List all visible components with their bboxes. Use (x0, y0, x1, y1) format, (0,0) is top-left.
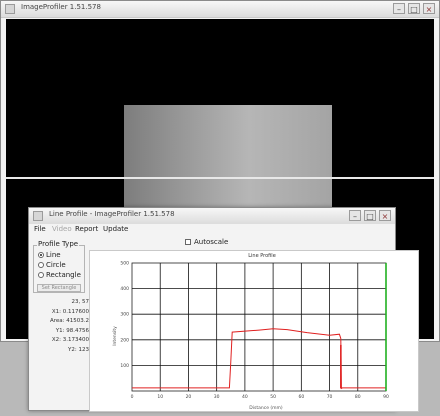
y-axis-label: Intensity (112, 326, 118, 346)
profile-titlebar[interactable]: Line Profile - ImageProfiler 1.51.578 – … (29, 208, 395, 225)
plot-area: 0 10 20 30 40 50 60 70 80 90 100 200 300 400 500 (120, 261, 389, 401)
minimize-icon[interactable]: – (393, 3, 405, 14)
main-titlebar[interactable]: ImageProfiler 1.51.578 – □ × (1, 1, 439, 18)
x-tick-label: 70 (327, 394, 333, 400)
stat-y1: Y1: 98.4756 (55, 327, 89, 334)
autoscale-checkbox[interactable]: Autoscale (185, 238, 228, 246)
x-tick-label: 0 (131, 394, 134, 400)
radio-line[interactable]: Line (38, 251, 61, 259)
profile-window-controls: – □ × (349, 210, 391, 221)
minimize-icon[interactable]: – (349, 210, 361, 221)
app-icon (5, 4, 15, 14)
y-tick-label: 300 (120, 312, 129, 318)
main-window-title: ImageProfiler 1.51.578 (21, 3, 101, 11)
plot-pane: Line Profile Intensity Distance (mm) 0 10… (89, 250, 419, 412)
x-tick-label: 30 (214, 394, 220, 400)
plot-frame (131, 262, 387, 392)
stat-coords: 23, 57 (71, 299, 90, 305)
stat-y2: Y2: 123 (68, 346, 89, 353)
x-tick-label: 60 (298, 394, 304, 400)
stat-x2: X2: 3.173400 (51, 337, 89, 343)
y-tick-label: 500 (120, 261, 129, 267)
x-tick-label: 90 (383, 394, 389, 400)
profile-type-group: Profile Type Line Circle Rectangle Set R… (33, 240, 85, 293)
line-profile-window: Line Profile - ImageProfiler 1.51.578 – … (28, 207, 419, 412)
x-tick-label: 10 (157, 394, 163, 400)
stat-area: Area: 41503.2 (49, 318, 89, 324)
menu-video[interactable]: Video (52, 225, 72, 233)
menu-update[interactable]: Update (103, 225, 128, 233)
x-tick-label: 50 (270, 394, 276, 400)
menu-report[interactable]: Report (75, 225, 98, 233)
stat-x1: X1: 0.117600 (51, 308, 89, 315)
x-tick-label: 20 (186, 394, 192, 400)
close-icon[interactable]: × (379, 210, 391, 221)
x-axis-label: Distance (mm) (249, 405, 283, 411)
radio-rectangle-dot (38, 272, 44, 278)
radio-circle-label: Circle (46, 261, 66, 269)
close-icon[interactable]: × (423, 3, 435, 14)
menu-bar: File Video Report Update (29, 224, 395, 235)
menu-file[interactable]: File (34, 225, 46, 233)
maximize-icon[interactable]: □ (364, 210, 376, 221)
profile-line-handle[interactable] (6, 177, 434, 179)
y-tick-label: 200 (120, 337, 129, 343)
radio-circle-dot (38, 262, 44, 268)
y-tick-label: 400 (120, 286, 129, 292)
radio-circle[interactable]: Circle (38, 261, 66, 269)
stats-panel: 23, 57 X1: 0.117600 Area: 41503.2 Y1: 98… (37, 298, 89, 355)
y-tick-label: 100 (120, 363, 129, 369)
radio-rectangle-label: Rectangle (46, 271, 81, 279)
app-icon (33, 211, 43, 221)
main-window-controls: – □ × (393, 3, 435, 14)
x-tick-label: 80 (355, 394, 361, 400)
radio-line-label: Line (46, 251, 61, 259)
maximize-icon[interactable]: □ (408, 3, 420, 14)
autoscale-box (185, 239, 191, 245)
chart-title: Line Profile (248, 253, 276, 259)
autoscale-label: Autoscale (194, 238, 229, 246)
radio-rectangle[interactable]: Rectangle (38, 271, 81, 279)
radio-line-dot (38, 252, 44, 258)
profile-window-title: Line Profile - ImageProfiler 1.51.578 (49, 210, 175, 218)
x-tick-label: 40 (242, 394, 248, 400)
set-rectangle-button[interactable]: Set Rectangle (37, 284, 81, 292)
profile-chart[interactable]: Line Profile Intensity Distance (mm) 0 10… (90, 251, 418, 411)
group-label: Profile Type (37, 240, 80, 248)
